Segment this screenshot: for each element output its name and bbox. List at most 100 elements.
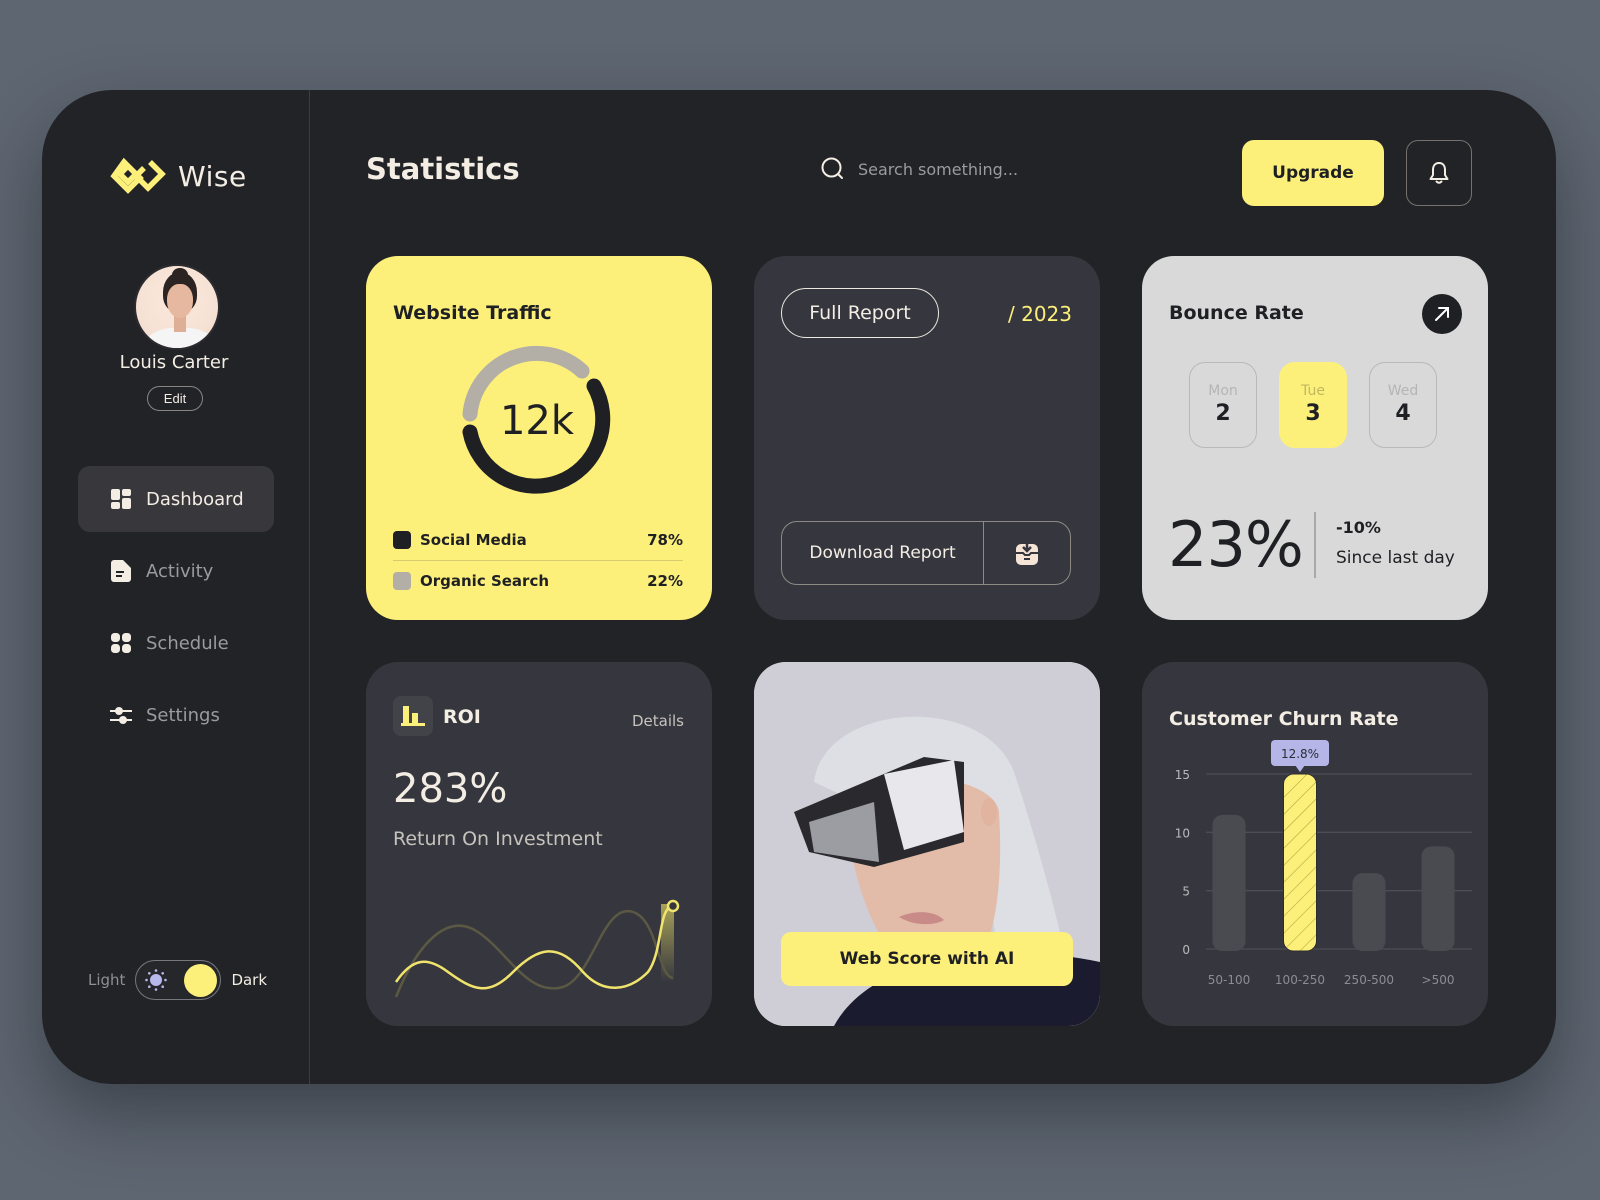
traffic-legend: Social Media 78% Organic Search 22%	[393, 520, 683, 600]
x-tick-label: 50-100	[1208, 973, 1251, 987]
x-tick-label: 100-250	[1275, 973, 1325, 987]
theme-toggle: Light Dark	[88, 960, 267, 1000]
day-selector: Mon 2 Tue 3 Wed 4	[1189, 362, 1437, 448]
sidebar-item-activity[interactable]: Activity	[78, 538, 274, 604]
roi-icon-box	[393, 696, 433, 736]
brand-name: Wise	[178, 159, 247, 193]
user-name: Louis Carter	[119, 352, 229, 373]
card-title: Bounce Rate	[1169, 302, 1304, 324]
download-report-group: Download Report	[781, 521, 1071, 585]
sidebar: Wise Louis Carter Edit Dashboard Activit…	[42, 90, 310, 1084]
legend-label: Social Media	[420, 531, 527, 549]
sun-icon	[145, 969, 168, 991]
churn-bar-chart: 0 5 10 15 50-100 100-250 250-500 >500 12.8%	[1175, 740, 1472, 987]
legend-swatch	[393, 571, 411, 590]
chart-title: Customer Churn Rate	[1169, 708, 1399, 730]
day-number: 3	[1305, 401, 1321, 426]
legend-label: Organic Search	[420, 571, 550, 590]
day-wed[interactable]: Wed 4	[1369, 362, 1437, 448]
theme-light-label: Light	[88, 971, 126, 989]
download-tray-icon	[1016, 541, 1038, 565]
theme-dark-label: Dark	[231, 971, 268, 989]
upgrade-button[interactable]: Upgrade	[1242, 140, 1384, 206]
open-bounce-button[interactable]	[1422, 294, 1462, 334]
legend-value: 22%	[647, 571, 683, 590]
day-number: 4	[1395, 401, 1411, 426]
bar-100-250	[1283, 773, 1317, 952]
notifications-button[interactable]	[1406, 140, 1472, 206]
bell-icon	[1429, 162, 1449, 184]
y-tick-label: 5	[1182, 885, 1190, 899]
download-icon-button[interactable]	[984, 522, 1070, 584]
bar-250-500	[1352, 873, 1386, 951]
grid-icon	[110, 632, 132, 654]
dashboard-icon	[110, 488, 132, 510]
bar-chart-icon	[401, 706, 425, 726]
web-score-ai-button[interactable]: Web Score with AI	[781, 932, 1073, 986]
day-name: Mon	[1208, 383, 1238, 399]
roi-subtitle: Return On Investment	[393, 828, 603, 850]
main-content: Statistics Upgrade Website Traffic 12k	[310, 90, 1556, 1084]
arrow-up-right-icon	[1435, 307, 1449, 321]
app-window: Wise Louis Carter Edit Dashboard Activit…	[42, 90, 1556, 1084]
sidebar-item-settings[interactable]: Settings	[78, 682, 274, 748]
sliders-icon	[110, 704, 132, 726]
report-year: / 2023	[1008, 302, 1072, 326]
y-tick-label: 15	[1175, 768, 1190, 782]
search-bar	[820, 156, 1098, 182]
download-report-button[interactable]: Download Report	[782, 522, 984, 584]
day-tue[interactable]: Tue 3	[1279, 362, 1347, 448]
sidebar-item-dashboard[interactable]: Dashboard	[78, 466, 274, 532]
theme-switch[interactable]	[135, 960, 222, 1000]
roi-line-primary	[394, 904, 674, 990]
roi-card: ROI Details 283% Return On Investment	[366, 662, 712, 1026]
page-title: Statistics	[366, 152, 520, 186]
traffic-total: 12k	[499, 398, 575, 444]
legend-item: Organic Search 22%	[393, 560, 683, 600]
bar-50-100	[1212, 814, 1246, 951]
bar->500	[1421, 846, 1455, 951]
legend-item: Social Media 78%	[393, 520, 683, 560]
search-input[interactable]	[858, 159, 1098, 179]
sidebar-item-label: Schedule	[146, 632, 229, 654]
x-tick-label: >500	[1422, 973, 1455, 987]
toggle-knob[interactable]	[184, 964, 218, 997]
day-mon[interactable]: Mon 2	[1189, 362, 1257, 448]
bounce-change-label: Since last day	[1336, 548, 1455, 568]
y-tick-label: 0	[1182, 943, 1190, 957]
churn-rate-card: Customer Churn Rate 0 5 10 15 50-100 100-250 2…	[1142, 662, 1488, 1026]
logo[interactable]: Wise	[110, 156, 247, 196]
bounce-rate-card: Bounce Rate Mon 2 Tue 3 Wed 4 23% -10% S…	[1142, 256, 1488, 620]
full-report-card: Full Report / 2023 Download Report	[754, 256, 1100, 620]
day-number: 2	[1215, 401, 1231, 426]
edit-profile-button[interactable]: Edit	[147, 386, 203, 411]
legend-value: 78%	[647, 531, 683, 549]
sidebar-item-schedule[interactable]: Schedule	[78, 610, 274, 676]
card-title: ROI	[443, 706, 481, 728]
roi-line-chart	[394, 899, 680, 998]
day-name: Wed	[1387, 383, 1419, 399]
x-tick-label: 250-500	[1344, 973, 1394, 987]
logo-icon	[110, 157, 166, 194]
y-tick-label: 10	[1175, 826, 1190, 840]
day-name: Tue	[1301, 383, 1325, 399]
avatar[interactable]	[134, 264, 220, 350]
full-report-button[interactable]: Full Report	[781, 288, 939, 338]
legend-swatch	[393, 531, 411, 549]
card-title: Website Traffic	[393, 302, 552, 324]
document-icon	[110, 560, 132, 582]
tooltip-label: 12.8%	[1281, 747, 1319, 761]
roi-value: 283%	[393, 766, 508, 812]
sidebar-item-label: Settings	[146, 704, 220, 726]
search-icon	[821, 157, 843, 179]
bounce-rate-value: 23%	[1168, 508, 1304, 581]
roi-endpoint	[666, 899, 680, 913]
roi-details-link[interactable]: Details	[632, 712, 684, 730]
ai-score-card: Web Score with AI	[754, 662, 1100, 1026]
sidebar-item-label: Activity	[146, 560, 214, 582]
sidebar-nav: Dashboard Activity Schedule Settings	[78, 466, 274, 754]
website-traffic-card: Website Traffic 12k Social Media 78% Org…	[366, 256, 712, 620]
divider	[1314, 512, 1316, 578]
tooltip-pointer	[1295, 765, 1305, 772]
sidebar-item-label: Dashboard	[146, 488, 244, 510]
